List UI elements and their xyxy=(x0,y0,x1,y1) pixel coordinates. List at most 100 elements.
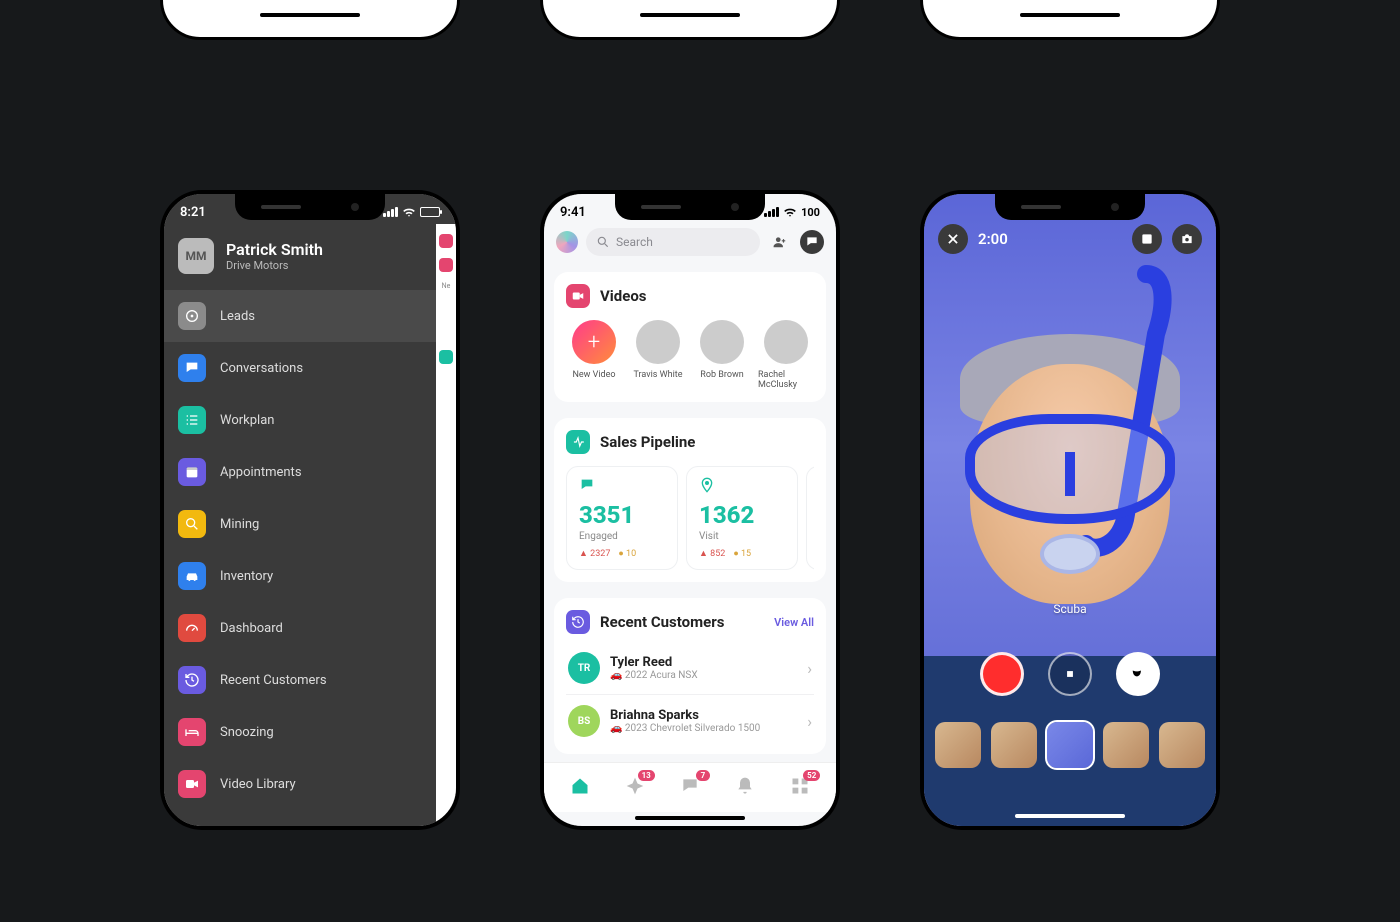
label: New Video xyxy=(572,370,615,380)
sidebar-item-mining[interactable]: Mining xyxy=(164,498,456,550)
sidebar-item-workplan[interactable]: Workplan xyxy=(164,394,456,446)
gold-count: ● 10 xyxy=(618,548,636,559)
profile-header[interactable]: MM Patrick Smith Drive Motors xyxy=(164,224,456,290)
chat-icon xyxy=(805,235,819,249)
filter-thumb[interactable] xyxy=(935,722,981,768)
sidebar-item-label: Snoozing xyxy=(220,725,274,740)
sidebar-item-leads[interactable]: Leads xyxy=(164,290,456,342)
customer-name: Briahna Sparks xyxy=(610,708,760,723)
scuba-mask-icon xyxy=(965,414,1175,524)
badge: 13 xyxy=(638,770,655,781)
list-icon xyxy=(178,406,206,434)
filter-thumb[interactable] xyxy=(1047,722,1093,768)
pipeline-card[interactable]: 0Pro xyxy=(806,466,814,570)
notch xyxy=(235,194,385,220)
view-all-link[interactable]: View All xyxy=(774,616,814,629)
tab-count[interactable]: 52 xyxy=(790,776,810,800)
app-logo-icon[interactable] xyxy=(556,231,578,253)
pipeline-card[interactable]: 1362Visit▲ 852● 15 xyxy=(686,466,798,570)
phone-sidebar: 8:21 MM Patrick Smith Drive Motors Leads… xyxy=(160,190,460,830)
signal-icon xyxy=(383,207,398,217)
section-title: Recent Customers xyxy=(600,613,724,631)
close-button[interactable] xyxy=(938,224,968,254)
underlying-screen-sliver: Ne xyxy=(436,224,456,826)
tab-home[interactable] xyxy=(570,776,590,800)
sidebar-item-snoozing[interactable]: Snoozing xyxy=(164,706,456,758)
stop-icon xyxy=(1063,667,1077,681)
sidebar-item-video-library[interactable]: Video Library xyxy=(164,758,456,810)
warn-count: ▲ 852 xyxy=(699,548,725,559)
tab-bell[interactable] xyxy=(735,776,755,800)
chat-button[interactable] xyxy=(800,230,824,254)
sidebar-menu: LeadsConversations Workplan Appointments Mi… xyxy=(164,290,456,810)
camera-icon xyxy=(1180,232,1194,246)
flip-camera-button[interactable] xyxy=(1172,224,1202,254)
chevron-right-icon: › xyxy=(807,659,812,678)
notch xyxy=(615,194,765,220)
filter-button[interactable] xyxy=(800,435,814,449)
label: Travis White xyxy=(633,370,682,380)
customer-meta: 🚗 2022 Acura NSX xyxy=(610,670,698,681)
card-icon xyxy=(579,477,665,497)
profile-company: Drive Motors xyxy=(226,259,323,272)
bed-icon xyxy=(178,718,206,746)
avatar: BS xyxy=(568,705,600,737)
video-person[interactable]: Rob Brown xyxy=(694,320,750,390)
sidebar-item-appointments[interactable]: Appointments xyxy=(164,446,456,498)
sidebar-item-recent-customers[interactable]: Recent Customers xyxy=(164,654,456,706)
search-input[interactable]: Search xyxy=(586,228,760,256)
phone-frame-top-3 xyxy=(920,0,1220,40)
stop-button[interactable] xyxy=(1048,652,1092,696)
status-time: 9:41 xyxy=(560,205,586,220)
recent-customers-section: Recent Customers View All TRTyler Reed🚗 … xyxy=(554,598,826,754)
badge: 7 xyxy=(696,770,710,781)
gallery-button[interactable] xyxy=(1132,224,1162,254)
tab-chat[interactable]: 7 xyxy=(680,776,700,800)
video-person[interactable]: Rachel McClusky xyxy=(758,320,814,390)
search-icon xyxy=(178,510,206,538)
video-icon xyxy=(566,284,590,308)
customer-row[interactable]: TRTyler Reed🚗 2022 Acura NSX› xyxy=(566,642,814,694)
home-icon xyxy=(570,776,590,796)
sidebar-item-dashboard[interactable]: Dashboard xyxy=(164,602,456,654)
add-user-button[interactable] xyxy=(768,230,792,254)
filter-thumb[interactable] xyxy=(1103,722,1149,768)
customer-row[interactable]: BSBriahna Sparks🚗 2023 Chevrolet Silvera… xyxy=(566,694,814,747)
label: Rob Brown xyxy=(700,370,743,380)
label: Rachel McClusky xyxy=(758,370,814,390)
history-icon xyxy=(566,610,590,634)
effects-button[interactable] xyxy=(1116,652,1160,696)
section-title: Sales Pipeline xyxy=(600,433,695,451)
card-icon xyxy=(699,477,785,497)
video-icon xyxy=(178,770,206,798)
badge: 52 xyxy=(803,770,820,781)
plus-icon: + xyxy=(572,320,616,364)
search-placeholder: Search xyxy=(616,235,653,249)
filter-thumb[interactable] xyxy=(991,722,1037,768)
new-video-button[interactable]: + New Video xyxy=(566,320,622,390)
warn-count: ▲ 2327 xyxy=(579,548,610,559)
filter-thumb[interactable] xyxy=(1159,722,1205,768)
car-icon xyxy=(178,562,206,590)
card-label: Engaged xyxy=(579,531,665,542)
avatar xyxy=(764,320,808,364)
record-button[interactable] xyxy=(980,652,1024,696)
avatar: MM xyxy=(178,238,214,274)
status-time: 8:21 xyxy=(180,205,206,220)
avatar xyxy=(636,320,680,364)
bell-icon xyxy=(735,776,755,796)
sidebar-item-label: Workplan xyxy=(220,413,274,428)
pipeline-card[interactable]: 3351Engaged▲ 2327● 10 xyxy=(566,466,678,570)
tab-compass[interactable]: 13 xyxy=(625,776,645,800)
home-indicator[interactable] xyxy=(1015,814,1125,818)
sidebar-item-label: Appointments xyxy=(220,465,302,480)
sidebar-item-inventory[interactable]: Inventory xyxy=(164,550,456,602)
chat-icon xyxy=(178,354,206,382)
pipeline-section: Sales Pipeline 3351Engaged▲ 2327● 101362… xyxy=(554,418,826,582)
top-bar: Search xyxy=(544,224,836,264)
home-indicator[interactable] xyxy=(635,816,745,820)
sidebar-item-conversations[interactable]: Conversations xyxy=(164,342,456,394)
notch xyxy=(995,194,1145,220)
video-person[interactable]: Travis White xyxy=(630,320,686,390)
filter-strip[interactable] xyxy=(924,722,1216,768)
